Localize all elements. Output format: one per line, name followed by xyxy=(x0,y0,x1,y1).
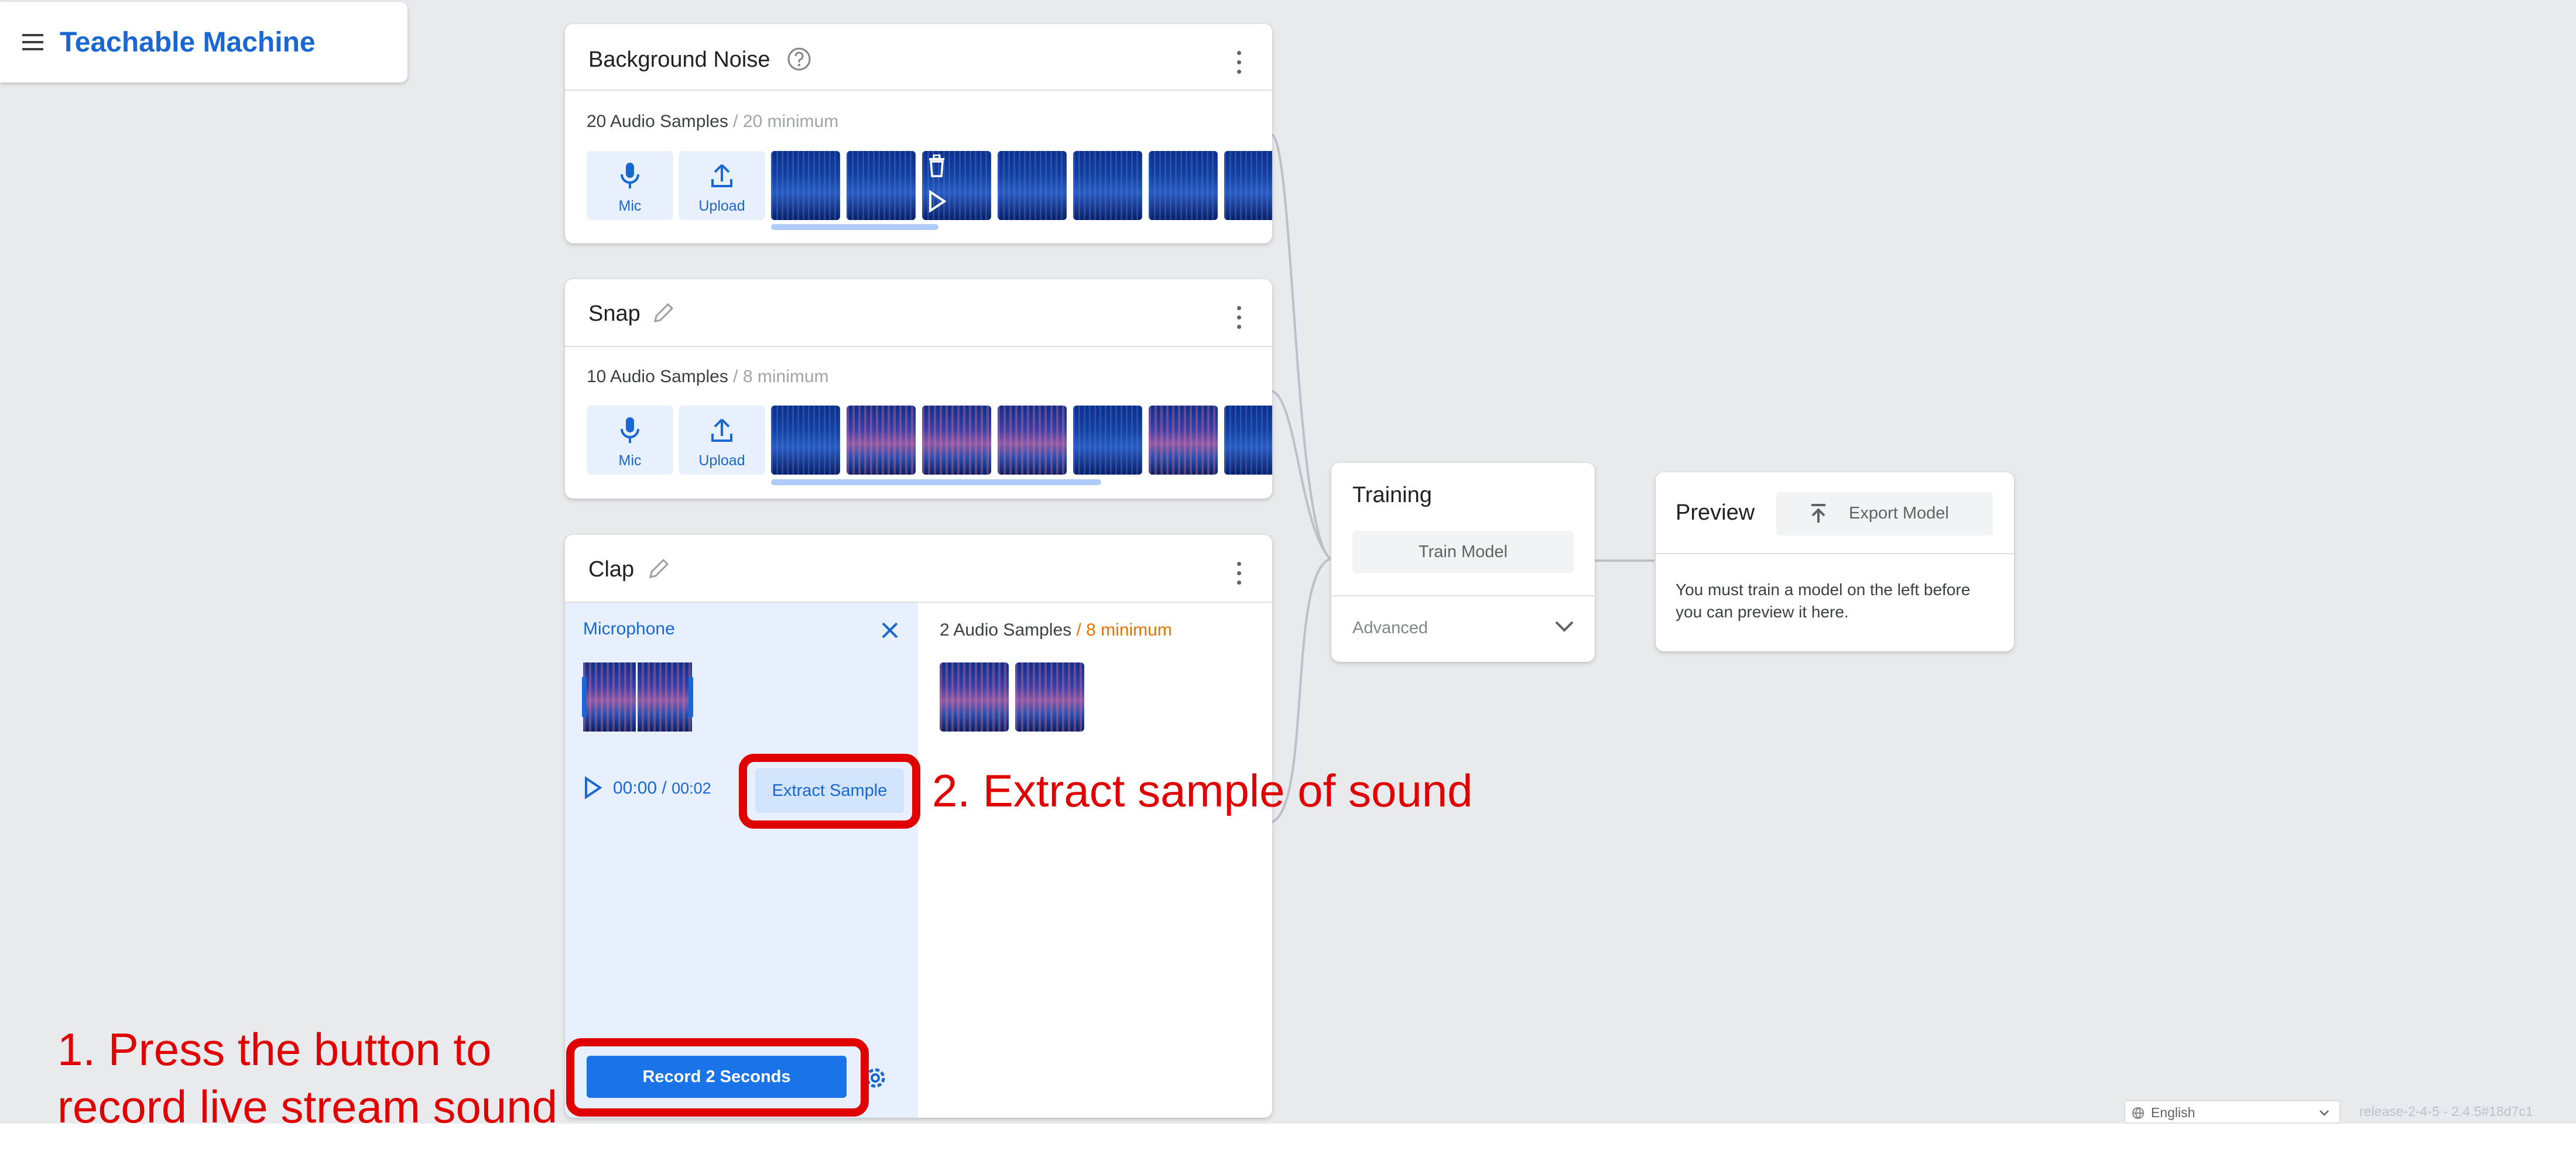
annotation-step-2: 2. Extract sample of sound xyxy=(932,765,1473,816)
play-icon[interactable] xyxy=(583,776,602,799)
sample-thumbnail[interactable] xyxy=(1149,406,1218,475)
sample-thumbnail[interactable] xyxy=(1073,406,1142,475)
training-card: Training Train Model Advanced xyxy=(1331,463,1595,662)
sample-thumbnail-hovered[interactable] xyxy=(922,151,991,220)
annotation-step-1-line-1: 1. Press the button to xyxy=(57,1024,492,1075)
export-icon xyxy=(1811,504,1825,523)
app-header: Teachable Machine xyxy=(0,2,407,83)
preview-title: Preview xyxy=(1676,500,1755,525)
samples-scrollbar[interactable] xyxy=(771,224,938,230)
samples-count: 20 Audio Samples / 20 minimum xyxy=(587,112,839,131)
chevron-down-icon xyxy=(2320,1110,2329,1116)
class-card-clap: Clap Microphone 00:00 / 00:02 Extract Sa… xyxy=(565,535,1272,1118)
sample-thumbnail[interactable] xyxy=(1224,406,1272,475)
annotation-step-1-line-2: record live stream sound xyxy=(57,1081,558,1132)
kebab-menu-icon[interactable] xyxy=(1230,49,1248,84)
trash-icon[interactable] xyxy=(927,154,947,178)
chevron-down-icon xyxy=(1555,621,1574,632)
sample-thumbnail[interactable] xyxy=(1224,151,1272,220)
sample-thumbnail[interactable] xyxy=(998,151,1067,220)
flow-connectors xyxy=(1270,133,1654,823)
kebab-menu-icon[interactable] xyxy=(1230,304,1248,339)
export-model-button[interactable]: Export Model xyxy=(1776,492,1993,535)
sample-thumbnail[interactable] xyxy=(771,151,840,220)
advanced-toggle[interactable]: Advanced xyxy=(1331,596,1595,661)
release-version: release-2-4-5 - 2.4.5#18d7c1 xyxy=(2359,1104,2533,1119)
trim-handle-right[interactable] xyxy=(688,677,693,717)
pencil-icon[interactable] xyxy=(650,300,676,326)
close-icon[interactable] xyxy=(880,620,900,640)
sample-thumbnail[interactable] xyxy=(1015,662,1084,732)
upload-icon xyxy=(711,164,732,187)
recording-waveform[interactable] xyxy=(582,662,693,732)
samples-count: 2 Audio Samples / 8 minimum xyxy=(940,620,1172,640)
playback-time: 00:00 / 00:02 xyxy=(613,778,711,798)
pencil-icon[interactable] xyxy=(646,556,672,582)
app-title[interactable]: Teachable Machine xyxy=(60,26,316,59)
export-model-label: Export Model xyxy=(1849,504,1949,523)
menu-icon[interactable] xyxy=(21,32,44,52)
upload-button[interactable]: Upload xyxy=(679,406,765,475)
class-card-snap: Snap 10 Audio Samples / 8 minimum Mic Up… xyxy=(565,279,1272,499)
mic-icon xyxy=(621,163,639,188)
upload-icon xyxy=(711,418,732,442)
class-name[interactable]: Snap xyxy=(588,301,640,327)
kebab-menu-icon[interactable] xyxy=(1230,559,1248,595)
mic-icon xyxy=(621,417,639,443)
samples-count: 10 Audio Samples / 8 minimum xyxy=(587,367,829,386)
sample-thumbnail[interactable] xyxy=(940,662,1009,732)
highlight-extract-sample xyxy=(739,754,920,829)
samples-scrollbar[interactable] xyxy=(771,479,1101,485)
sample-thumbnail[interactable] xyxy=(1149,151,1218,220)
sample-thumbnail[interactable] xyxy=(922,406,991,475)
highlight-record-button xyxy=(566,1038,869,1117)
advanced-label: Advanced xyxy=(1352,619,1428,637)
class-card-background-noise: Background Noise 20 Audio Samples / 20 m… xyxy=(565,24,1272,243)
sample-thumbnail[interactable] xyxy=(847,406,916,475)
panel-title: Microphone xyxy=(583,619,675,638)
sample-thumbnail[interactable] xyxy=(1073,151,1142,220)
language-selector[interactable]: English xyxy=(2124,1100,2341,1124)
sample-thumbnail[interactable] xyxy=(771,406,840,475)
mic-button[interactable]: Mic xyxy=(587,151,673,220)
class-name: Background Noise xyxy=(588,47,770,72)
play-icon[interactable] xyxy=(927,190,947,213)
help-icon[interactable] xyxy=(786,46,812,72)
training-title: Training xyxy=(1352,483,1432,507)
globe-icon xyxy=(2132,1107,2144,1119)
sample-thumbnail[interactable] xyxy=(847,151,916,220)
class-name[interactable]: Clap xyxy=(588,557,634,582)
mic-button[interactable]: Mic xyxy=(587,406,673,475)
sample-thumbnail[interactable] xyxy=(998,406,1067,475)
train-model-button[interactable]: Train Model xyxy=(1352,531,1574,573)
language-label: English xyxy=(2151,1105,2195,1120)
upload-button[interactable]: Upload xyxy=(679,151,765,220)
preview-card: Preview Export Model You must train a mo… xyxy=(1656,472,2014,651)
preview-message: You must train a model on the left befor… xyxy=(1676,581,1971,621)
trim-handle-left[interactable] xyxy=(582,677,587,717)
workspace-canvas: Teachable Machine Background Noise 20 Au… xyxy=(0,0,2576,1124)
